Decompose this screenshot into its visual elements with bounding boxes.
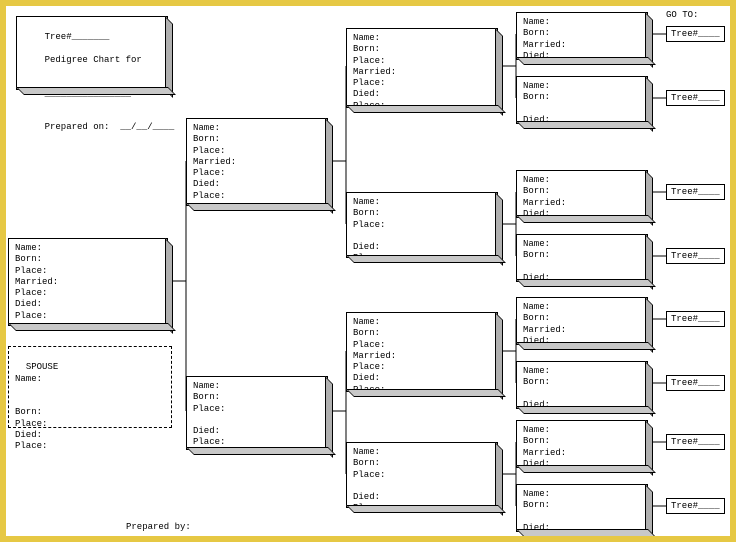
spouse-body: Born: Place: Died: Place: [15,407,47,451]
person-fields-gen4-1[interactable]: Name: Born: Married: Died: [517,13,647,66]
person-box-gen1: Name: Born: Place: Married: Place: Died:… [8,238,168,326]
spouse-box[interactable]: SPOUSE Name: Born: Place: Died: Place: [8,346,172,428]
person-box-gen2-father: Name: Born: Place: Married: Place: Died:… [186,118,328,206]
person-box-gen4-7: Name: Born: Married: Died: [516,420,648,468]
person-fields-gen3-1[interactable]: Name: Born: Place: Married: Place: Died:… [347,29,497,116]
person-box-gen3-3: Name: Born: Place: Married: Place: Died:… [346,312,498,392]
tree-number-field[interactable]: Tree#_______ [45,32,110,42]
chart-for-line[interactable]: ________________ [45,89,131,99]
person-fields-gen2-father[interactable]: Name: Born: Place: Married: Place: Died:… [187,119,327,206]
tree-tag-1[interactable]: Tree#____ [666,26,725,42]
tree-tag-3[interactable]: Tree#____ [666,184,725,200]
person-box-gen4-1: Name: Born: Married: Died: [516,12,648,60]
person-box-gen4-4: Name: Born: Died: [516,234,648,282]
person-fields-gen4-5[interactable]: Name: Born: Married: Died: [517,298,647,351]
person-box-gen4-3: Name: Born: Married: Died: [516,170,648,218]
tree-tag-6[interactable]: Tree#____ [666,375,725,391]
person-box-gen4-5: Name: Born: Married: Died: [516,297,648,345]
person-fields-gen4-6[interactable]: Name: Born: Died: [517,362,647,415]
tree-tag-4[interactable]: Tree#____ [666,248,725,264]
tree-tag-7[interactable]: Tree#____ [666,434,725,450]
person-fields-gen4-4[interactable]: Name: Born: Died: [517,235,647,288]
header-content[interactable]: Tree#_______ Pedigree Chart for ________… [17,17,167,149]
tree-tag-5[interactable]: Tree#____ [666,311,725,327]
person-fields-gen3-3[interactable]: Name: Born: Place: Married: Place: Died:… [347,313,497,400]
pedigree-chart-frame: Tree#_______ Pedigree Chart for ________… [0,0,736,542]
person-box-gen3-1: Name: Born: Place: Married: Place: Died:… [346,28,498,108]
person-fields-gen4-7[interactable]: Name: Born: Married: Died: [517,421,647,474]
person-box-gen3-2: Name: Born: Place: Died: Place: [346,192,498,258]
person-fields-gen3-4[interactable]: Name: Born: Place: Died: Place: [347,443,497,519]
person-fields-gen3-2[interactable]: Name: Born: Place: Died: Place: [347,193,497,269]
tree-tag-8[interactable]: Tree#____ [666,498,725,514]
spouse-header: SPOUSE Name: [15,362,58,383]
goto-label: GO TO: [666,10,698,20]
header-box: Tree#_______ Pedigree Chart for ________… [16,16,168,90]
person-box-gen4-8: Name: Born: Died: [516,484,648,532]
person-box-gen4-2: Name: Born: Died: [516,76,648,124]
prepared-by-label[interactable]: Prepared by: [126,522,191,532]
person-fields-gen4-2[interactable]: Name: Born: Died: [517,77,647,130]
person-fields-gen1[interactable]: Name: Born: Place: Married: Place: Died:… [9,239,167,326]
chart-for-label: Pedigree Chart for [45,55,142,65]
person-fields-gen4-8[interactable]: Name: Born: Died: [517,485,647,538]
person-box-gen2-mother: Name: Born: Place: Died: Place: [186,376,328,450]
person-fields-gen2-mother[interactable]: Name: Born: Place: Died: Place: [187,377,327,453]
person-fields-gen4-3[interactable]: Name: Born: Married: Died: [517,171,647,224]
person-box-gen4-6: Name: Born: Died: [516,361,648,409]
tree-tag-2[interactable]: Tree#____ [666,90,725,106]
prepared-on-field[interactable]: Prepared on: __/__/____ [45,122,175,132]
person-box-gen3-4: Name: Born: Place: Died: Place: [346,442,498,508]
